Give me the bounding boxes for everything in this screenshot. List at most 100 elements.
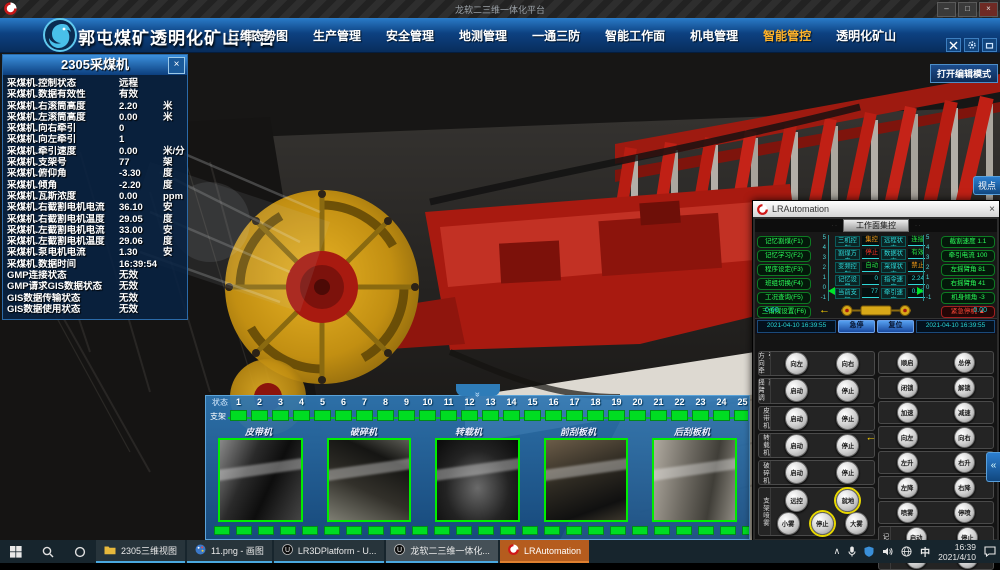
defender-shield-icon[interactable]: [864, 546, 874, 557]
nav-item-1[interactable]: 三维态势图: [228, 27, 288, 44]
nav-item-5[interactable]: 一通三防: [532, 27, 580, 44]
right-button-顺启[interactable]: 顺启: [897, 352, 918, 373]
start-button[interactable]: [0, 540, 32, 563]
data-row-unit: 度: [163, 214, 183, 225]
right-button-解锁[interactable]: 解锁: [954, 377, 975, 398]
left-button-向左[interactable]: 向左: [785, 352, 808, 375]
taskbar-clock[interactable]: 16:39 2021/4/10: [938, 542, 976, 562]
viewpoint-tab[interactable]: 视点: [973, 176, 1000, 195]
right-button-右升[interactable]: 右升: [954, 452, 975, 473]
nav-item-3[interactable]: 安全管理: [386, 27, 434, 44]
left-button-停止[interactable]: 停止: [836, 461, 859, 484]
left-button-停止[interactable]: 停止: [836, 434, 859, 457]
taskbar-item-1[interactable]: 2305三维视图: [96, 540, 185, 563]
side-collapse-tab[interactable]: «: [986, 452, 1000, 482]
shrink-icon[interactable]: [982, 38, 997, 52]
function-button-right-1[interactable]: 截割速度 1.1: [941, 236, 995, 248]
status-dash: [456, 526, 472, 535]
support-number: 23: [690, 396, 711, 409]
usb-icon[interactable]: [848, 546, 856, 557]
function-button-left-4[interactable]: 班组切换(F4): [757, 278, 811, 290]
action-center-icon[interactable]: [984, 546, 996, 557]
right-button-向右[interactable]: 向右: [954, 427, 975, 448]
right-button-总停[interactable]: 总停: [954, 352, 975, 373]
left-button-停止[interactable]: 停止: [836, 407, 859, 430]
minimize-button[interactable]: –: [937, 2, 956, 17]
nav-item-4[interactable]: 地测管理: [459, 27, 507, 44]
left-button-启动[interactable]: 启动: [785, 379, 808, 402]
left-button-停止[interactable]: 停止: [836, 379, 859, 402]
gear-icon[interactable]: [964, 38, 979, 52]
camera-thumbnail-2[interactable]: [327, 438, 412, 522]
data-row-label: 采煤机.右截割电机温度: [7, 214, 119, 225]
function-button-left-3[interactable]: 程序设定(F3): [757, 264, 811, 276]
function-button-right-5[interactable]: 机身倾角 -3: [941, 292, 995, 304]
left-button-小雾[interactable]: 小雾: [777, 512, 800, 535]
left-button-就地[interactable]: 就地: [836, 489, 859, 512]
left-button-启动[interactable]: 启动: [785, 407, 808, 430]
support-status-square: [692, 410, 709, 421]
right-button-加速[interactable]: 加速: [897, 402, 918, 423]
function-button-left-5[interactable]: 工况查询(F5): [757, 292, 811, 304]
search-icon[interactable]: [32, 540, 64, 563]
status-dash: [236, 526, 252, 535]
right-button-左降[interactable]: 左降: [897, 477, 918, 498]
left-button-向右[interactable]: 向右: [836, 352, 859, 375]
hidden-icons-caret[interactable]: ∧: [834, 546, 841, 557]
camera-thumbnail-5[interactable]: [652, 438, 737, 522]
speaker-icon[interactable]: [882, 546, 893, 557]
right-button-喷雾[interactable]: 喷雾: [897, 502, 918, 523]
status-label: 指令速度: [881, 275, 906, 286]
nav-item-2[interactable]: 生产管理: [313, 27, 361, 44]
tools-icon[interactable]: [946, 38, 961, 52]
function-button-left-1[interactable]: 记忆割煤(F1): [757, 236, 811, 248]
maximize-button[interactable]: □: [958, 2, 977, 17]
estop-button[interactable]: 急停: [838, 320, 875, 333]
taskbar-item-5[interactable]: LRAutomation: [500, 540, 589, 563]
data-row-value: 0.00: [119, 112, 163, 123]
cortana-icon[interactable]: [64, 540, 96, 563]
right-button-右降[interactable]: 右降: [954, 477, 975, 498]
data-row-value: 29.06: [119, 236, 163, 247]
nav-item-7[interactable]: 机电管理: [690, 27, 738, 44]
left-control-group-5: 破碎机启动停止: [758, 460, 875, 485]
nav-item-8[interactable]: 智能管控: [763, 27, 811, 44]
left-button-停止[interactable]: 停止: [811, 512, 834, 535]
panel-collapse-chevron-icon[interactable]: »: [456, 384, 500, 396]
right-button-停喷[interactable]: 停喷: [954, 502, 975, 523]
taskbar-item-2[interactable]: 11.png - 画图: [187, 540, 272, 563]
nav-item-6[interactable]: 智能工作面: [605, 27, 665, 44]
edit-mode-button[interactable]: 打开编辑模式: [930, 64, 998, 83]
close-button[interactable]: ×: [979, 2, 998, 17]
data-row-value: 77: [119, 157, 163, 168]
shearer-panel-close-icon[interactable]: ×: [168, 57, 185, 74]
tab-workface-control[interactable]: 工作面集控: [843, 219, 909, 232]
right-button-减速[interactable]: 减速: [954, 402, 975, 423]
camera-thumbnail-4[interactable]: [544, 438, 629, 522]
function-button-left-2[interactable]: 记忆学习(F2): [757, 250, 811, 262]
taskbar-item-4[interactable]: U龙软二三维一体化...: [386, 540, 498, 563]
nav-item-9[interactable]: 透明化矿山: [836, 27, 896, 44]
ime-indicator[interactable]: 中: [920, 544, 930, 559]
function-button-right-3[interactable]: 左摇臂角 81: [941, 264, 995, 276]
reset-button[interactable]: 复位: [877, 320, 914, 333]
camera-thumbnail-3[interactable]: [435, 438, 520, 522]
status-dash: [698, 526, 714, 535]
function-button-right-4[interactable]: 右摇臂角 41: [941, 278, 995, 290]
function-button-right-2[interactable]: 牵引电流 100: [941, 250, 995, 262]
lrautomation-close-icon[interactable]: ×: [989, 204, 995, 215]
left-button-启动[interactable]: 启动: [785, 461, 808, 484]
left-button-大雾[interactable]: 大雾: [845, 512, 868, 535]
left-button-远控[interactable]: 远控: [785, 489, 808, 512]
left-button-启动[interactable]: 启动: [785, 434, 808, 457]
network-globe-icon[interactable]: [901, 546, 912, 557]
right-button-向左[interactable]: 向左: [897, 427, 918, 448]
support-cell-14: 14: [501, 396, 522, 421]
control-group-label: 摇臂调高: [759, 379, 771, 402]
camera-thumbnail-1[interactable]: [218, 438, 303, 522]
right-button-左升[interactable]: 左升: [897, 452, 918, 473]
lrautomation-titlebar[interactable]: LRAutomation ×: [753, 201, 999, 217]
status-dash: [214, 526, 230, 535]
taskbar-item-3[interactable]: ULR3DPlatform - U...: [274, 540, 385, 563]
right-button-闭锁[interactable]: 闭锁: [897, 377, 918, 398]
